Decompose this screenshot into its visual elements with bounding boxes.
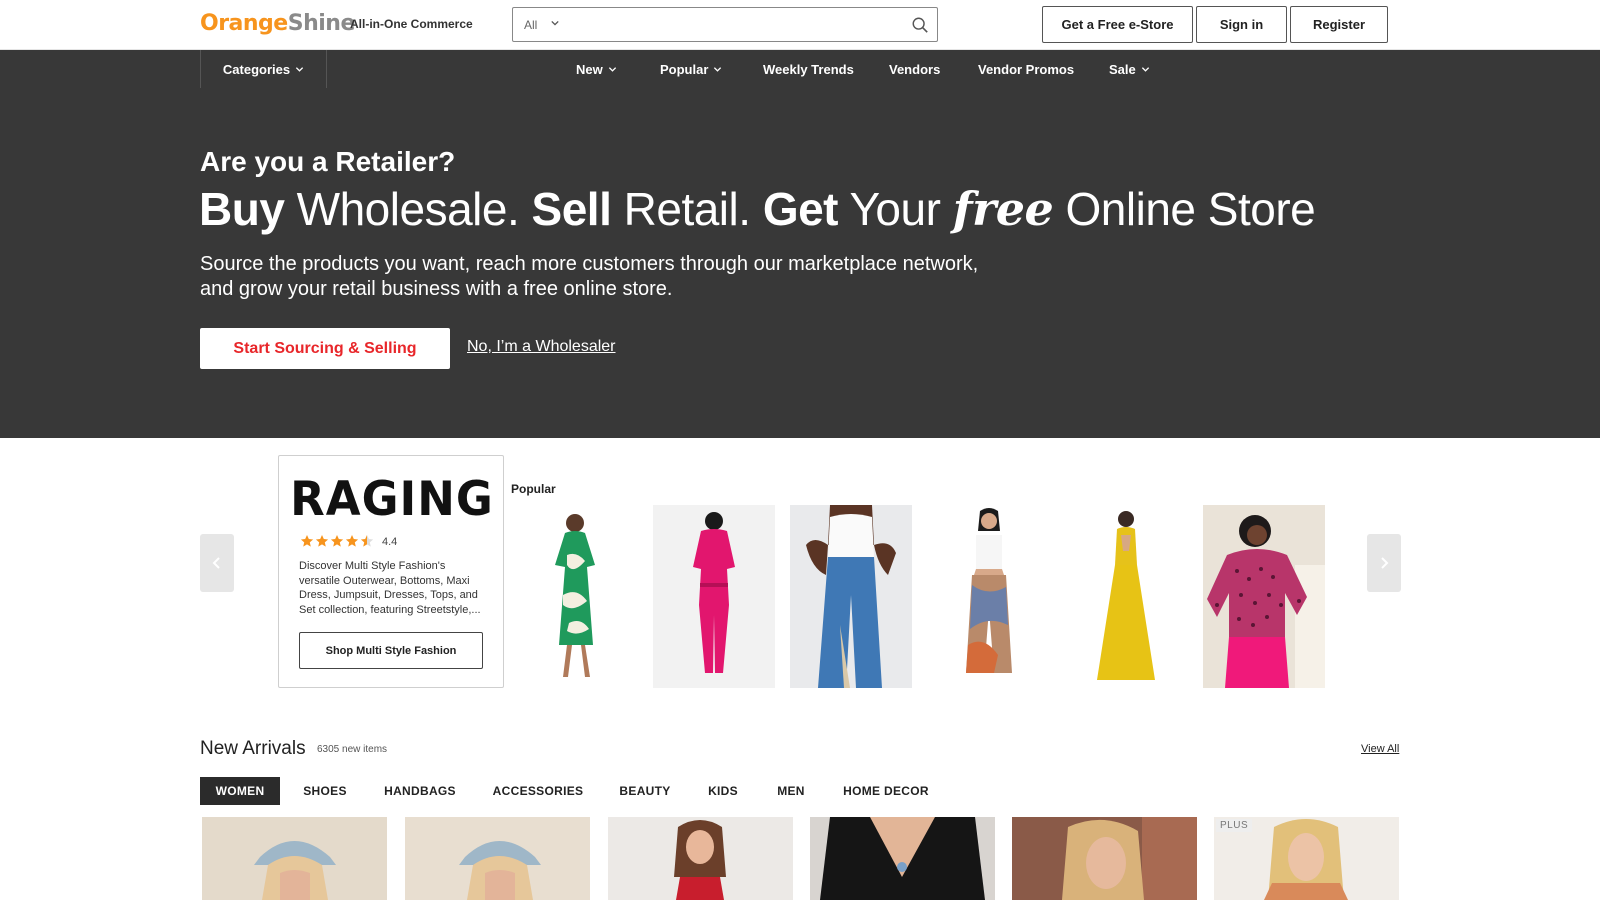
product-thumbnail[interactable] [1065, 505, 1187, 688]
register-button[interactable]: Register [1290, 6, 1388, 43]
chevron-down-icon [1141, 66, 1149, 72]
product-thumbnail[interactable] [1203, 505, 1325, 688]
plus-size-badge: PLUS [1216, 819, 1253, 832]
star-icon [345, 535, 359, 547]
tab-beauty[interactable]: BEAUTY [612, 777, 678, 805]
start-sourcing-button[interactable]: Start Sourcing & Selling [200, 328, 450, 369]
site-logo[interactable]: OrangeShine [200, 11, 355, 36]
product-image [202, 817, 387, 900]
shop-vendor-button[interactable]: Shop Multi Style Fashion [299, 632, 483, 669]
product-thumbnail[interactable] [790, 505, 912, 688]
product-image [1203, 505, 1325, 688]
top-header: OrangeShine All-in-One Commerce All Get … [0, 0, 1600, 50]
wholesaler-link[interactable]: No, I’m a Wholesaler [467, 338, 616, 356]
product-image [810, 817, 995, 900]
chevron-down-icon [714, 66, 722, 72]
product-image [515, 505, 637, 688]
product-thumbnail[interactable] [653, 505, 775, 688]
product-thumbnail[interactable] [1012, 817, 1197, 900]
product-image [1065, 505, 1187, 688]
carousel-next-button[interactable] [1367, 534, 1401, 592]
product-image [405, 817, 590, 900]
nav-item-sale[interactable]: Sale [1109, 50, 1150, 88]
sign-in-button[interactable]: Sign in [1196, 6, 1287, 43]
star-icon [315, 535, 329, 547]
featured-vendor-card: RAGING 4.4 Discover Multi Style Fashion'… [278, 455, 504, 688]
nav-item-new[interactable]: New [576, 50, 617, 88]
categories-menu-button[interactable]: Categories [200, 50, 327, 88]
search-icon[interactable] [911, 16, 929, 34]
nav-item-popular[interactable]: Popular [660, 50, 722, 88]
product-image [653, 505, 775, 688]
search-bar: All [512, 7, 938, 42]
star-icon [330, 535, 344, 547]
vendor-logo[interactable]: RAGING [279, 471, 505, 527]
tab-women[interactable]: WOMEN [200, 777, 280, 805]
tab-shoes[interactable]: SHOES [296, 777, 354, 805]
carousel-prev-button[interactable] [200, 534, 234, 592]
rating-stars [300, 534, 374, 548]
main-nav: Categories New Popular Weekly Trends Ven… [0, 50, 1600, 88]
product-thumbnail[interactable] [608, 817, 793, 900]
product-thumbnail[interactable] [405, 817, 590, 900]
star-icon [300, 535, 314, 547]
rating-value: 4.4 [382, 536, 398, 548]
tab-accessories[interactable]: ACCESSORIES [486, 777, 590, 805]
search-category-select[interactable]: All [524, 18, 537, 32]
product-image [928, 505, 1050, 688]
chevron-down-icon [551, 20, 559, 26]
product-thumbnail[interactable] [928, 505, 1050, 688]
hero-question: Are you a Retailer? [200, 146, 456, 177]
tab-handbags[interactable]: HANDBAGS [376, 777, 464, 805]
product-thumbnail[interactable] [515, 505, 637, 688]
popular-label: Popular [511, 482, 556, 496]
hero-headline: Buy Wholesale. Sell Retail. Get Your fre… [199, 182, 1316, 236]
hero-banner: Are you a Retailer? Buy Wholesale. Sell … [0, 88, 1600, 438]
tab-home-decor[interactable]: HOME DECOR [836, 777, 936, 805]
star-half-icon [360, 535, 374, 547]
product-thumbnail[interactable] [810, 817, 995, 900]
product-thumbnail[interactable] [202, 817, 387, 900]
chevron-right-icon [1381, 557, 1389, 569]
product-thumbnail[interactable]: PLUS [1214, 817, 1399, 900]
site-tagline: All-in-One Commerce [350, 17, 473, 31]
tab-kids[interactable]: KIDS [700, 777, 746, 805]
product-image [608, 817, 793, 900]
nav-item-vendors[interactable]: Vendors [889, 50, 940, 88]
chevron-down-icon [608, 66, 616, 72]
new-items-count: 6305 new items [317, 744, 388, 755]
new-arrivals-title: New Arrivals [200, 738, 306, 759]
tab-men[interactable]: MEN [768, 777, 814, 805]
categories-label: Categories [222, 61, 291, 77]
vendor-description: Discover Multi Style Fashion's versatile… [299, 560, 481, 616]
chevron-left-icon [212, 557, 220, 569]
search-input[interactable] [583, 14, 883, 36]
view-all-link[interactable]: View All [1361, 743, 1399, 755]
get-free-estore-button[interactable]: Get a Free e-Store [1042, 6, 1193, 43]
chevron-down-icon [295, 66, 304, 72]
product-image [1012, 817, 1197, 900]
nav-item-vendor-promos[interactable]: Vendor Promos [978, 50, 1074, 88]
product-image [790, 505, 912, 688]
nav-item-weekly-trends[interactable]: Weekly Trends [763, 50, 854, 88]
hero-subtitle: Source the products you want, reach more… [200, 253, 979, 300]
